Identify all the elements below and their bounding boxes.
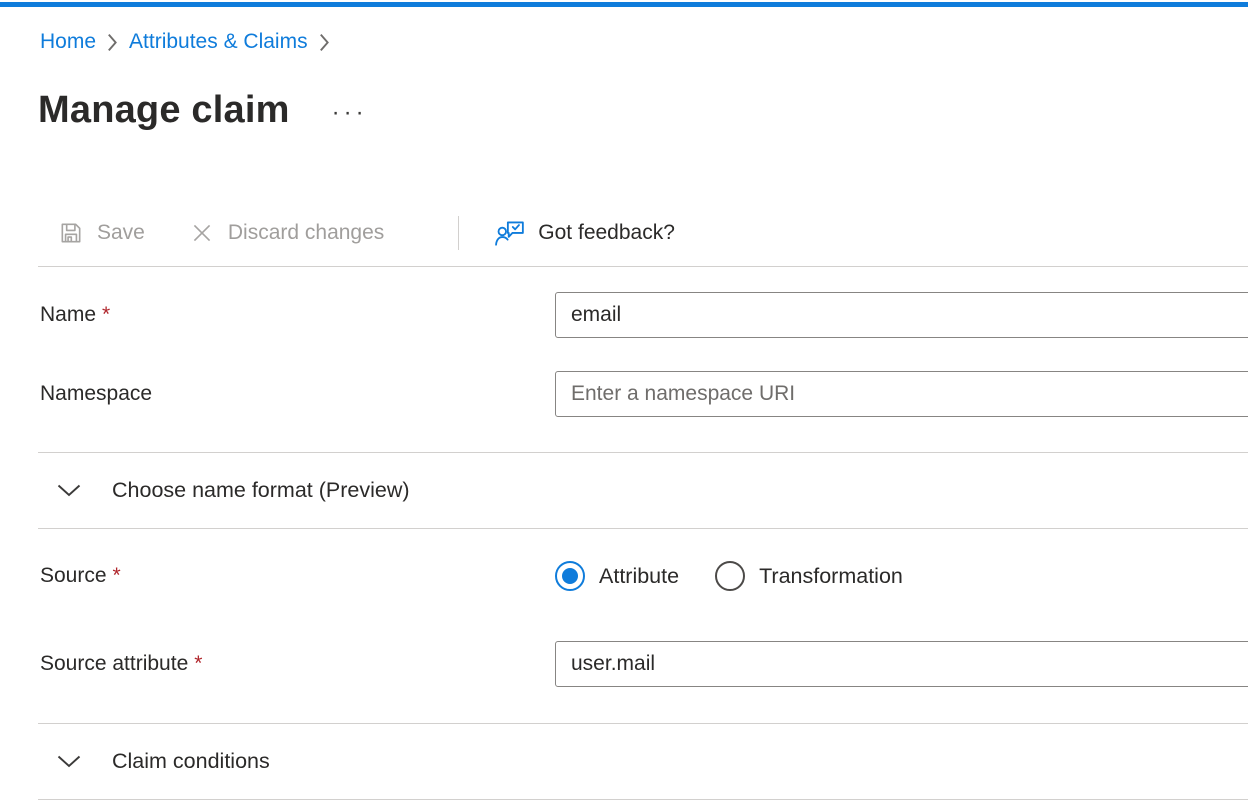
breadcrumb-link-home[interactable]: Home (40, 28, 96, 56)
source-attribute-field-row: Source attribute * (40, 641, 1248, 687)
source-field-row: Source * Attribute Transformation (40, 553, 1248, 599)
save-button[interactable]: Save (58, 220, 145, 246)
discard-changes-label: Discard changes (228, 221, 384, 245)
claim-conditions-section-label: Claim conditions (112, 749, 270, 774)
choose-name-format-section-header[interactable]: Choose name format (Preview) (40, 453, 1248, 528)
save-button-label: Save (97, 221, 145, 245)
close-x-icon (189, 220, 215, 246)
source-radio-group: Attribute Transformation (555, 561, 903, 591)
breadcrumb-separator-icon (107, 33, 118, 52)
claim-conditions-section-header[interactable]: Claim conditions (40, 724, 1248, 799)
floppy-disk-icon (58, 220, 84, 246)
namespace-field-label: Namespace (40, 382, 555, 406)
required-asterisk: * (102, 303, 110, 326)
source-label-text: Source (40, 564, 107, 587)
breadcrumb: Home Attributes & Claims (40, 28, 1248, 56)
toolbar-separator (458, 216, 459, 250)
chevron-down-icon (57, 755, 81, 768)
required-asterisk: * (194, 652, 202, 675)
got-feedback-label: Got feedback? (538, 221, 675, 245)
breadcrumb-link-attributes-claims[interactable]: Attributes & Claims (129, 28, 308, 56)
title-row: Manage claim ··· (38, 86, 1248, 134)
name-input[interactable] (555, 292, 1248, 338)
breadcrumb-separator-icon (319, 33, 330, 52)
name-field-cell (555, 292, 1248, 338)
radio-option-attribute[interactable]: Attribute (555, 561, 679, 591)
page-title: Manage claim (38, 86, 290, 134)
discard-changes-button[interactable]: Discard changes (189, 220, 384, 246)
chevron-down-icon (57, 484, 81, 497)
top-accent-bar (0, 2, 1248, 7)
radio-transformation-label: Transformation (759, 564, 903, 589)
radio-button-icon (715, 561, 745, 591)
toolbar-divider (38, 266, 1248, 267)
command-bar: Save Discard changes Got feedback? (58, 210, 1248, 256)
source-attribute-field-label: Source attribute * (40, 652, 555, 676)
name-field-label: Name * (40, 303, 555, 327)
got-feedback-button[interactable]: Got feedback? (495, 220, 675, 247)
person-speech-bubble-icon (495, 220, 525, 247)
namespace-input[interactable] (555, 371, 1248, 417)
section-divider (38, 799, 1248, 800)
namespace-field-row: Namespace (40, 371, 1248, 417)
radio-option-transformation[interactable]: Transformation (715, 561, 903, 591)
choose-name-format-section-label: Choose name format (Preview) (112, 478, 410, 503)
radio-attribute-label: Attribute (599, 564, 679, 589)
namespace-field-cell (555, 371, 1248, 417)
namespace-label-text: Namespace (40, 382, 152, 405)
name-label-text: Name (40, 303, 96, 326)
source-attribute-label-text: Source attribute (40, 652, 188, 675)
more-options-button[interactable]: ··· (330, 97, 370, 123)
section-divider (38, 528, 1248, 529)
source-attribute-input[interactable] (555, 641, 1248, 687)
name-field-row: Name * (40, 292, 1248, 338)
required-asterisk: * (113, 564, 121, 587)
radio-button-icon (555, 561, 585, 591)
source-attribute-field-cell (555, 641, 1248, 687)
source-field-label: Source * (40, 564, 555, 588)
